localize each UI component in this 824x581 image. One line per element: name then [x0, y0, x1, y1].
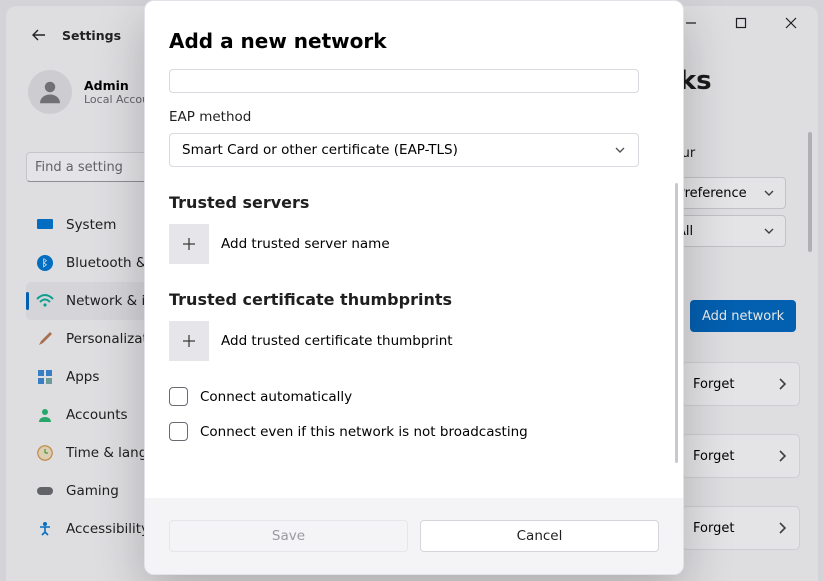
- connect-hidden-checkbox[interactable]: [169, 422, 188, 441]
- eap-method-dropdown[interactable]: Smart Card or other certificate (EAP-TLS…: [169, 133, 639, 167]
- save-button[interactable]: Save: [169, 520, 408, 552]
- dialog-title: Add a new network: [145, 1, 683, 63]
- add-trusted-server-label: Add trusted server name: [221, 236, 390, 252]
- plus-icon: [181, 236, 197, 252]
- plus-icon: [181, 333, 197, 349]
- add-thumbprint-button[interactable]: [169, 321, 209, 361]
- thumbprints-heading: Trusted certificate thumbprints: [169, 290, 659, 309]
- save-button-label: Save: [272, 528, 305, 544]
- eap-method-label: EAP method: [169, 109, 659, 125]
- cancel-button-label: Cancel: [517, 528, 563, 544]
- connect-hidden-label: Connect even if this network is not broa…: [200, 424, 528, 440]
- trusted-servers-heading: Trusted servers: [169, 193, 659, 212]
- cancel-button[interactable]: Cancel: [420, 520, 659, 552]
- chevron-down-icon: [614, 144, 626, 156]
- add-thumbprint-label: Add trusted certificate thumbprint: [221, 333, 453, 349]
- connect-automatically-checkbox[interactable]: [169, 387, 188, 406]
- dialog-scrollbar[interactable]: [675, 183, 678, 463]
- eap-method-value: Smart Card or other certificate (EAP-TLS…: [182, 142, 458, 158]
- previous-field-partial[interactable]: [169, 69, 639, 93]
- add-trusted-server-button[interactable]: [169, 224, 209, 264]
- connect-automatically-label: Connect automatically: [200, 389, 352, 405]
- add-network-dialog: Add a new network EAP method Smart Card …: [144, 0, 684, 575]
